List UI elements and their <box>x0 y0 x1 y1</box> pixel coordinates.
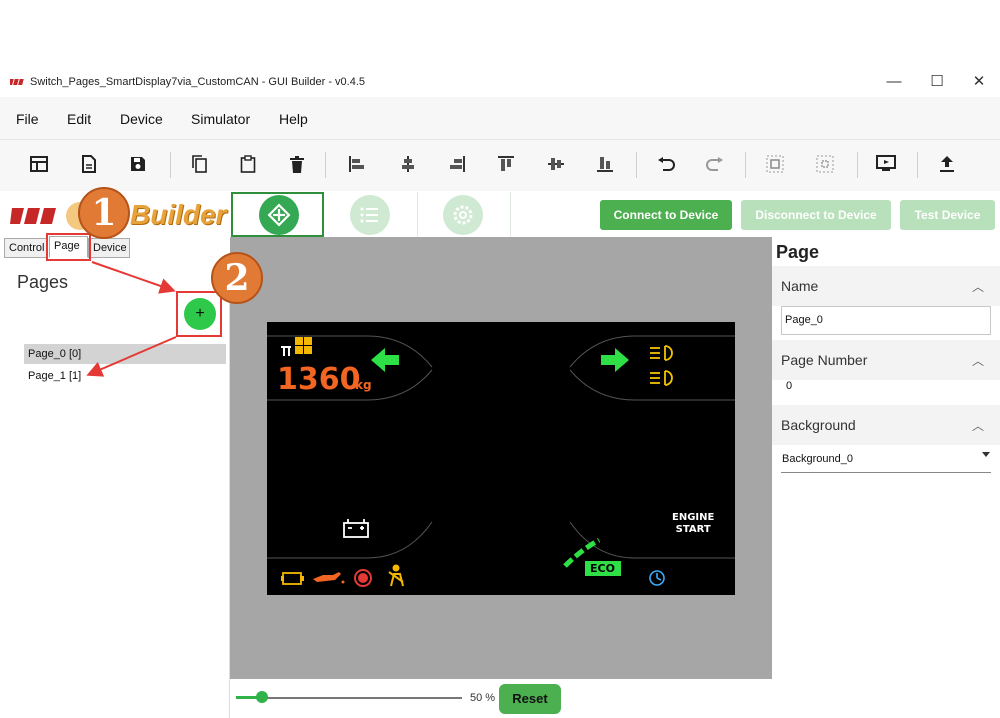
annotation-arrows <box>86 261 177 377</box>
